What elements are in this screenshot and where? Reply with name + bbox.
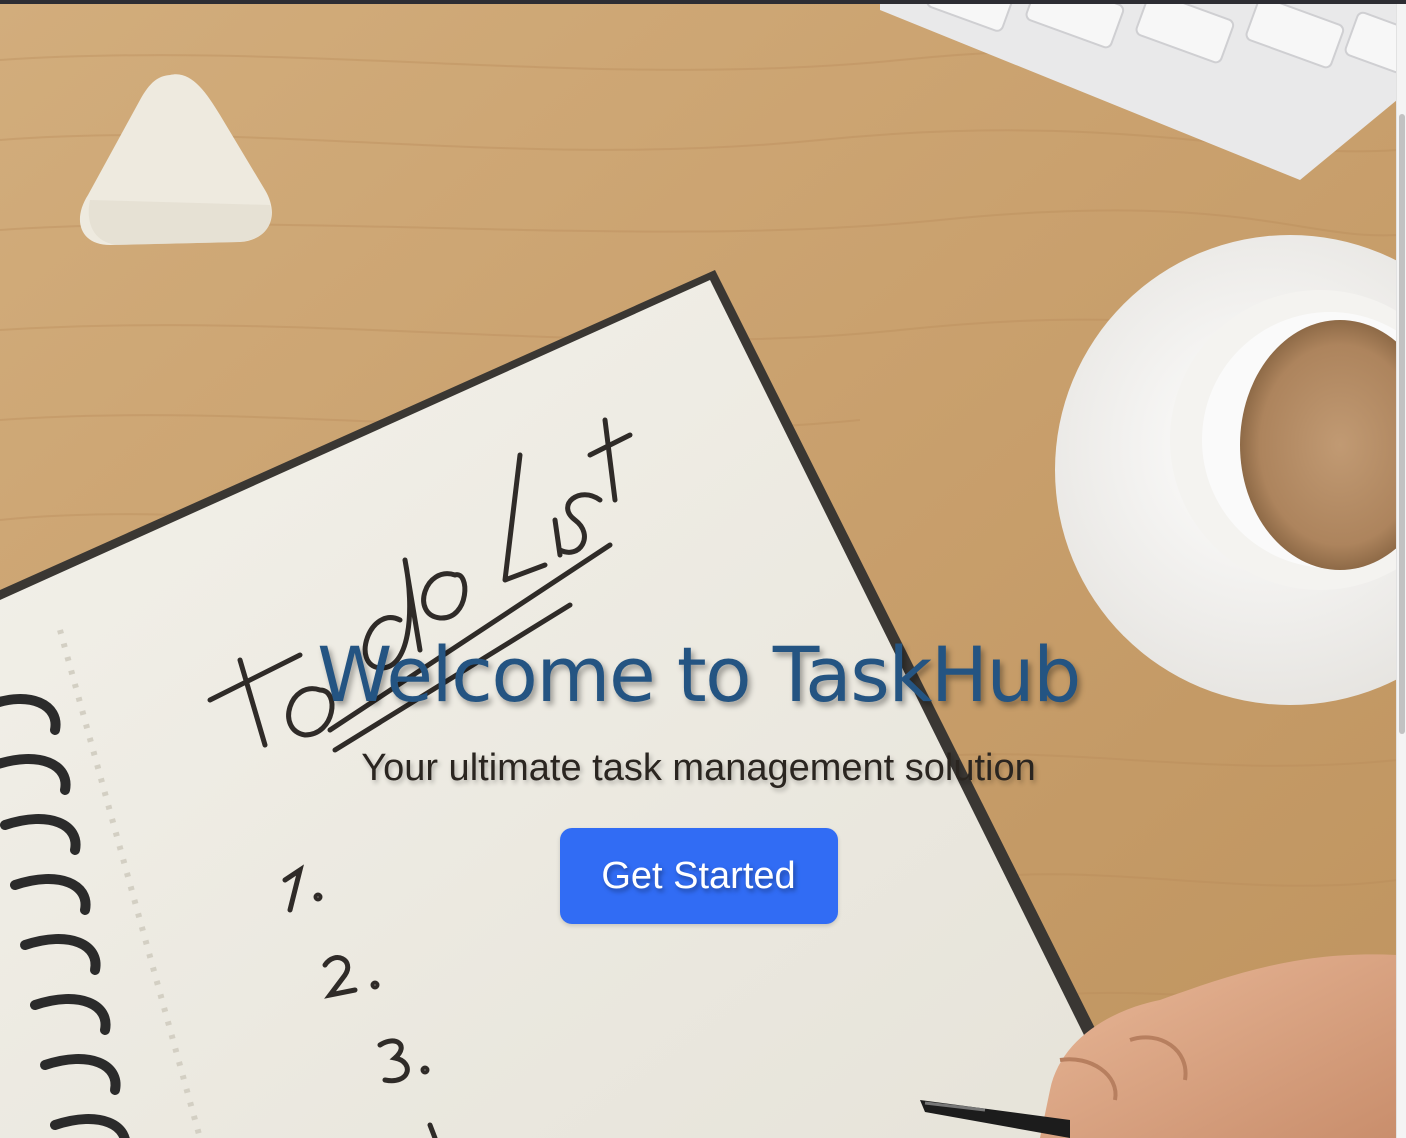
landing-page: Welcome to TaskHub Your ultimate task ma… <box>0 0 1406 1138</box>
hero-title: Welcome to TaskHub <box>317 630 1081 719</box>
window-top-edge <box>0 0 1406 4</box>
vertical-scrollbar[interactable] <box>1396 4 1406 1138</box>
hero-background-image <box>0 0 1397 1138</box>
hero-content: Welcome to TaskHub Your ultimate task ma… <box>0 620 1397 924</box>
get-started-button[interactable]: Get Started <box>559 828 838 924</box>
scrollbar-thumb[interactable] <box>1399 114 1405 734</box>
hero-subtitle: Your ultimate task management solution <box>361 747 1036 789</box>
